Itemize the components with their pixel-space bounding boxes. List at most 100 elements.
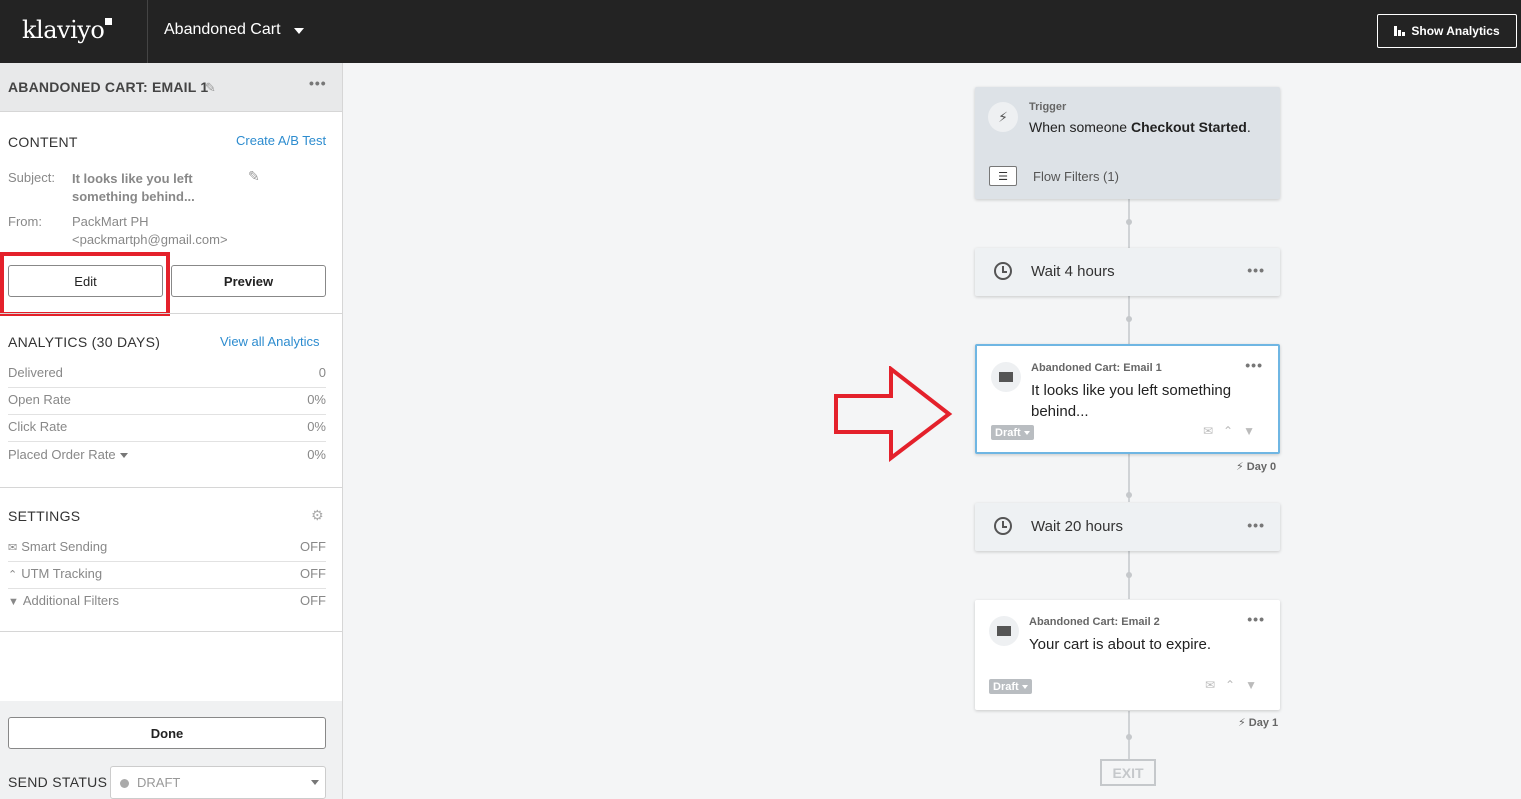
- email-setting-icons: ✉⌃▼: [1203, 424, 1265, 438]
- settings-value: OFF: [300, 593, 326, 608]
- topbar-divider: [147, 0, 148, 63]
- email-settings-panel: ABANDONED CART: EMAIL 1 ✎ ••• CONTENT Cr…: [0, 63, 343, 799]
- analytics-row-click-rate: Click Rate 0%: [8, 415, 326, 442]
- chevron-down-icon: [311, 780, 319, 785]
- placed-order-rate-dropdown[interactable]: Placed Order Rate: [8, 447, 128, 462]
- send-status-select[interactable]: DRAFT: [110, 766, 326, 799]
- preview-button[interactable]: Preview: [171, 265, 326, 297]
- email-card-2[interactable]: Abandoned Cart: Email 2 Your cart is abo…: [975, 600, 1280, 710]
- email-subject: It looks like you left something behind.…: [1031, 382, 1232, 420]
- flow-filters-icon[interactable]: ☰: [989, 166, 1017, 186]
- settings-key: UTM Tracking: [21, 566, 103, 581]
- more-options-icon[interactable]: •••: [1247, 262, 1265, 278]
- connector-dot: [1126, 316, 1132, 322]
- wait-text: Wait 20 hours: [1031, 518, 1123, 535]
- red-arrow-annotation: [834, 366, 953, 462]
- analytics-row-delivered: Delivered 0: [8, 361, 326, 388]
- pencil-icon[interactable]: ✎: [205, 80, 216, 96]
- trigger-event: Checkout Started: [1130, 119, 1247, 135]
- analytics-key: Placed Order Rate: [8, 447, 116, 462]
- show-analytics-button[interactable]: Show Analytics: [1377, 14, 1517, 48]
- connector-dot: [1126, 734, 1132, 740]
- status-badge[interactable]: Draft: [989, 679, 1032, 694]
- email-card-1[interactable]: Abandoned Cart: Email 1 It looks like yo…: [975, 344, 1280, 454]
- top-bar: klaviyo Abandoned Cart Show Analytics: [0, 0, 1521, 63]
- more-options-icon[interactable]: •••: [1247, 611, 1265, 627]
- settings-row-smart-sending[interactable]: ✉ Smart Sending OFF: [8, 535, 326, 562]
- divider: [0, 631, 342, 632]
- from-key: From:: [8, 214, 42, 229]
- day-label: ⚡ Day 1: [1238, 717, 1279, 729]
- panel-title: ABANDONED CART: EMAIL 1: [8, 79, 209, 95]
- show-analytics-label: Show Analytics: [1411, 24, 1500, 38]
- trigger-text-prefix: When someone: [1029, 119, 1128, 135]
- trigger-text: When someone Checkout Started.: [1029, 119, 1251, 135]
- bar-chart-icon: [1394, 26, 1406, 36]
- send-status-value: DRAFT: [137, 775, 181, 790]
- trigger-label: Trigger: [1029, 101, 1067, 113]
- flow-filters-link[interactable]: Flow Filters (1): [1033, 169, 1119, 184]
- filter-icon: ▼: [8, 596, 19, 608]
- trigger-card[interactable]: ⚡ Trigger When someone Checkout Started.…: [975, 87, 1280, 199]
- settings-key: Additional Filters: [22, 593, 119, 608]
- wait-text: Wait 4 hours: [1031, 263, 1115, 280]
- status-dot-icon: [120, 779, 129, 788]
- exit-node: EXIT: [1100, 759, 1156, 786]
- clock-icon: [994, 517, 1012, 535]
- analytics-value: 0%: [307, 419, 326, 434]
- day-label-text: Day 1: [1248, 717, 1279, 729]
- panel-header: ABANDONED CART: EMAIL 1 ✎ •••: [0, 63, 342, 112]
- envelope-icon: [989, 616, 1019, 646]
- trigger-text-suffix: .: [1246, 119, 1251, 135]
- email-label: Abandoned Cart: Email 2: [1029, 616, 1160, 628]
- flow-name-dropdown[interactable]: Abandoned Cart: [164, 21, 281, 39]
- more-options-icon[interactable]: •••: [1245, 357, 1263, 373]
- day-label: ⚡ Day 0: [1236, 461, 1277, 473]
- analytics-value: 0%: [307, 392, 326, 407]
- logo-flag-icon: [105, 18, 113, 25]
- highlight-box-annotation: [0, 252, 170, 316]
- connector-dot: [1126, 492, 1132, 498]
- analytics-key: Click Rate: [8, 419, 68, 434]
- clock-icon: [994, 262, 1012, 280]
- chevron-down-icon[interactable]: [119, 453, 128, 459]
- analytics-heading: ANALYTICS (30 DAYS): [8, 334, 161, 350]
- analytics-row-placed-order-rate[interactable]: Placed Order Rate 0%: [8, 443, 326, 470]
- send-status-label: SEND STATUS: [8, 774, 108, 790]
- settings-row-utm-tracking[interactable]: ⌃ UTM Tracking OFF: [8, 562, 326, 589]
- connector-dot: [1126, 572, 1132, 578]
- divider: [0, 313, 342, 314]
- chevron-down-icon: [1021, 684, 1028, 689]
- gear-icon[interactable]: ⚙: [311, 507, 324, 524]
- status-badge[interactable]: Draft: [991, 425, 1034, 440]
- lightning-icon: ⚡: [988, 102, 1018, 132]
- content-heading: CONTENT: [8, 134, 78, 150]
- analytics-value: 0%: [307, 447, 326, 462]
- done-button[interactable]: Done: [8, 717, 326, 749]
- settings-key: Smart Sending: [21, 539, 108, 554]
- logo-text: klaviyo: [22, 16, 105, 44]
- create-ab-test-link[interactable]: Create A/B Test: [236, 133, 326, 148]
- more-options-icon[interactable]: •••: [1247, 517, 1265, 533]
- email-setting-icons: ✉⌃▼: [1205, 678, 1267, 692]
- view-all-analytics-link[interactable]: View all Analytics: [220, 334, 319, 349]
- analytics-key: Delivered: [8, 365, 63, 380]
- analytics-key: Open Rate: [8, 392, 71, 407]
- more-options-icon[interactable]: •••: [309, 75, 327, 91]
- klaviyo-logo[interactable]: klaviyo: [22, 16, 113, 44]
- edit-subject-pencil-icon[interactable]: ✎: [248, 168, 260, 185]
- divider: [0, 487, 342, 488]
- wait-card-1[interactable]: Wait 4 hours •••: [975, 248, 1280, 296]
- wait-card-2[interactable]: Wait 20 hours •••: [975, 503, 1280, 551]
- analytics-value: 0: [318, 365, 326, 380]
- settings-row-additional-filters[interactable]: ▼ Additional Filters OFF: [8, 589, 326, 616]
- analytics-row-open-rate: Open Rate 0%: [8, 388, 326, 415]
- status-badge-label: Draft: [995, 426, 1021, 439]
- settings-heading: SETTINGS: [8, 508, 81, 524]
- chevron-down-icon[interactable]: [294, 28, 304, 34]
- envelope-icon: [991, 362, 1021, 392]
- email-label: Abandoned Cart: Email 1: [1031, 362, 1162, 374]
- settings-value: OFF: [300, 539, 326, 554]
- from-email: <packmartph@gmail.com>: [72, 232, 228, 247]
- subject-value: It looks like you left something behind.…: [72, 171, 195, 204]
